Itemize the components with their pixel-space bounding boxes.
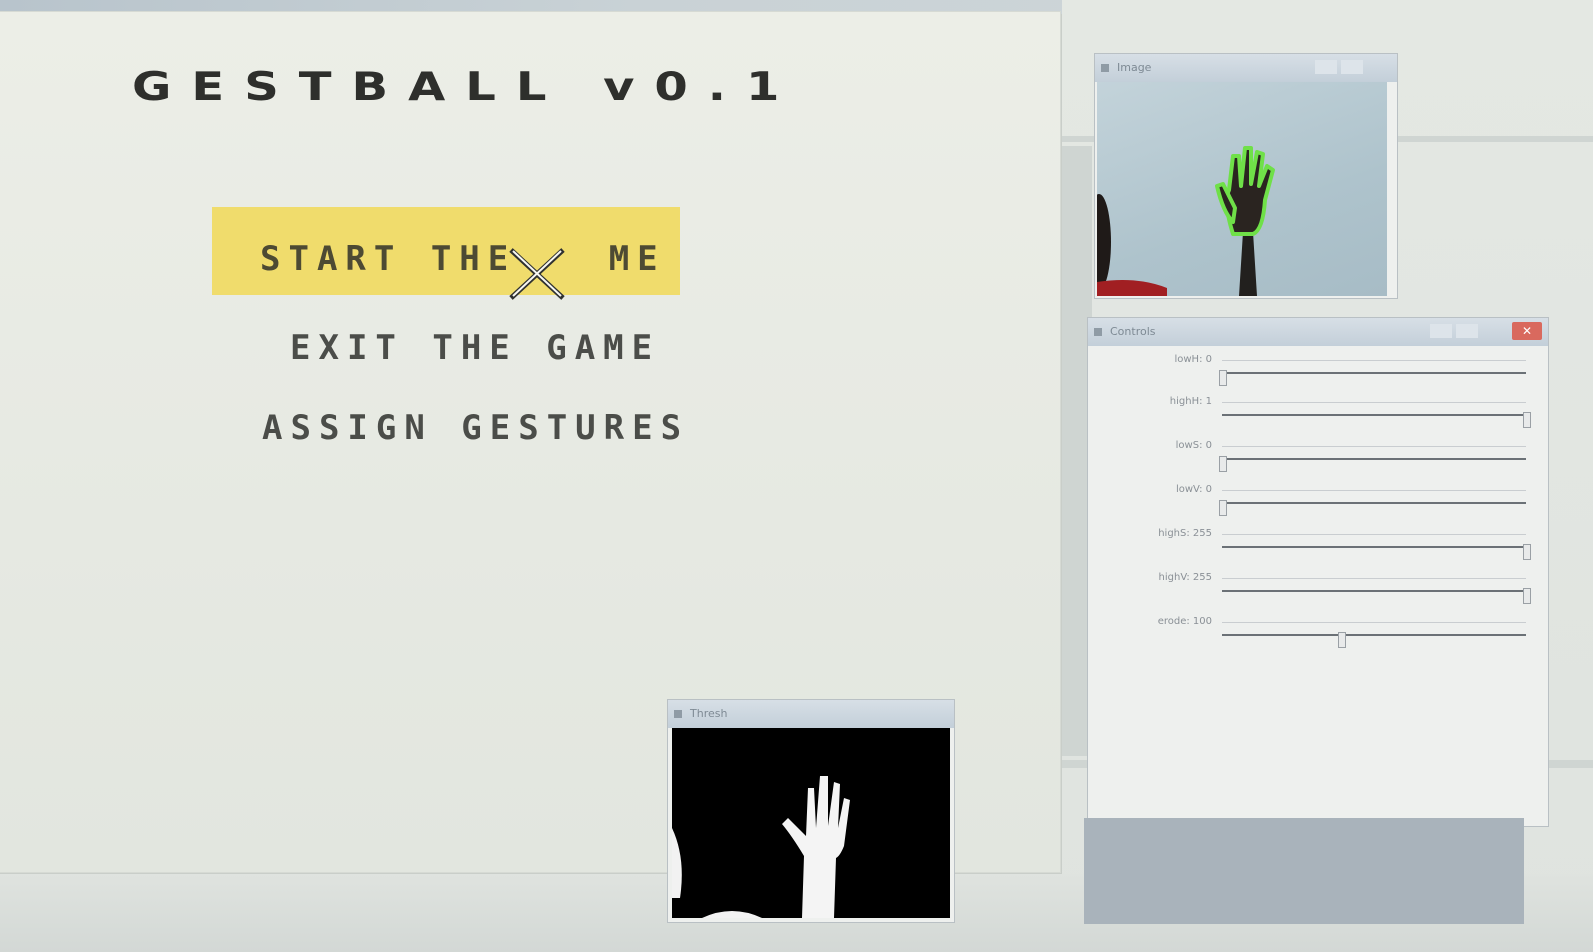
controls-window[interactable]: Controls ✕ lowH: 0 highH: 1 lowS: 0 lowV… (1088, 318, 1548, 826)
minimize-button[interactable] (1315, 60, 1337, 74)
slider-row[interactable]: erode: 100 (1088, 616, 1548, 652)
slider-row[interactable]: highV: 255 (1088, 572, 1548, 608)
window-icon (1094, 328, 1102, 336)
slider-thumb[interactable] (1523, 588, 1531, 604)
slider-track[interactable] (1222, 632, 1526, 648)
threshold-image (672, 728, 950, 918)
slider-thumb[interactable] (1523, 412, 1531, 428)
slider-thumb[interactable] (1219, 456, 1227, 472)
start-game-label-tail: ME (608, 239, 666, 279)
camera-window-title: Image (1117, 61, 1152, 74)
slider-row[interactable]: highH: 1 (1088, 396, 1548, 432)
minimize-button[interactable] (1430, 324, 1452, 338)
slider-thumb[interactable] (1338, 632, 1347, 648)
start-game-label: START THE (260, 239, 545, 279)
slider-row[interactable]: lowS: 0 (1088, 440, 1548, 476)
hand-tracking-image (1097, 146, 1275, 296)
start-game-button[interactable]: START THE ME (212, 207, 680, 295)
slider-track[interactable] (1222, 412, 1531, 428)
exit-game-button[interactable]: EXIT THE GAME (290, 328, 660, 368)
slider-row[interactable]: lowH: 0 (1088, 354, 1548, 390)
slider-track[interactable] (1219, 456, 1526, 472)
threshold-window[interactable]: Thresh (668, 700, 954, 922)
camera-feed-image (1097, 82, 1387, 296)
camera-window-titlebar[interactable]: Image (1095, 54, 1397, 82)
controls-body: lowH: 0 highH: 1 lowS: 0 lowV: 0 highS: … (1088, 346, 1548, 826)
slider-label: lowS: 0 (1175, 440, 1212, 451)
slider-label: highH: 1 (1169, 396, 1212, 407)
game-title: GESTBALL v0.1 (132, 64, 800, 110)
threshold-window-title: Thresh (690, 707, 728, 720)
slider-label: lowV: 0 (1175, 484, 1212, 495)
slider-label: highS: 255 (1158, 528, 1212, 539)
slider-label: highV: 255 (1158, 572, 1212, 583)
slider-row[interactable]: lowV: 0 (1088, 484, 1548, 520)
controls-window-footer (1084, 818, 1524, 924)
window-icon (1101, 64, 1109, 72)
slider-track[interactable] (1222, 588, 1531, 604)
slider-row[interactable]: highS: 255 (1088, 528, 1548, 564)
slider-track[interactable] (1222, 544, 1531, 560)
hand-mask-image (672, 776, 850, 918)
slider-thumb[interactable] (1523, 544, 1531, 560)
threshold-window-titlebar[interactable]: Thresh (668, 700, 954, 728)
controls-window-title: Controls (1110, 325, 1156, 338)
controls-window-titlebar[interactable]: Controls ✕ (1088, 318, 1548, 346)
cursor-x-icon (509, 248, 565, 300)
camera-window[interactable]: Image (1095, 54, 1397, 298)
slider-thumb[interactable] (1219, 370, 1227, 386)
slider-label: lowH: 0 (1174, 354, 1212, 365)
slider-thumb[interactable] (1219, 500, 1227, 516)
maximize-button[interactable] (1456, 324, 1478, 338)
maximize-button[interactable] (1341, 60, 1363, 74)
window-icon (674, 710, 682, 718)
slider-label: erode: 100 (1157, 616, 1212, 627)
assign-gestures-button[interactable]: ASSIGN GESTURES (262, 408, 689, 448)
slider-track[interactable] (1219, 370, 1526, 386)
close-icon[interactable]: ✕ (1512, 322, 1542, 340)
slider-track[interactable] (1219, 500, 1526, 516)
